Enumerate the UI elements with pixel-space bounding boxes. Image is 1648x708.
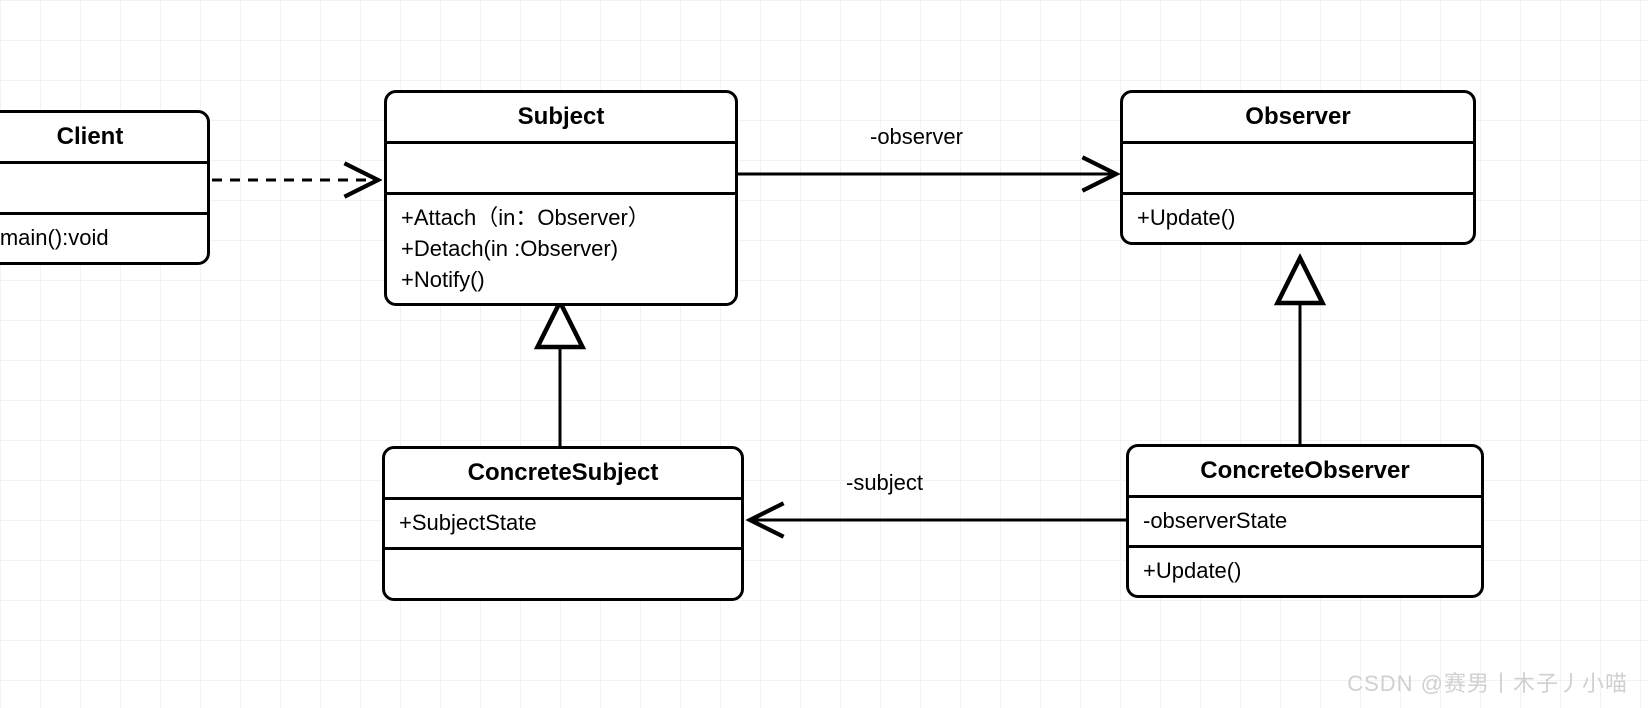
class-concrete-observer: ConcreteObserver -observerState +Update(… xyxy=(1126,444,1484,598)
class-client: Client +main():void xyxy=(0,110,210,265)
class-attr: -observerState xyxy=(1129,498,1481,548)
class-title: Subject xyxy=(387,93,735,144)
class-title: Observer xyxy=(1123,93,1473,144)
class-ops xyxy=(385,550,741,598)
class-attrs xyxy=(1123,144,1473,195)
class-attrs xyxy=(0,164,207,215)
assoc-label-subject: -subject xyxy=(846,470,923,496)
op: +Notify() xyxy=(401,265,721,296)
watermark: CSDN @赛男丨木子丿小喵 xyxy=(1347,666,1628,698)
op: +Detach(in :Observer) xyxy=(401,234,721,265)
class-op: +Update() xyxy=(1129,548,1481,595)
class-attr: +SubjectState xyxy=(385,500,741,550)
class-title: Client xyxy=(0,113,207,164)
class-title: ConcreteSubject xyxy=(385,449,741,500)
op: +Attach（in：Observer） xyxy=(401,203,721,234)
class-concrete-subject: ConcreteSubject +SubjectState xyxy=(382,446,744,601)
class-title: ConcreteObserver xyxy=(1129,447,1481,498)
class-op: +main():void xyxy=(0,215,207,262)
assoc-label-observer: -observer xyxy=(870,124,963,150)
class-attrs xyxy=(387,144,735,195)
class-ops: +Attach（in：Observer） +Detach(in :Observe… xyxy=(387,195,735,303)
class-observer: Observer +Update() xyxy=(1120,90,1476,245)
class-subject: Subject +Attach（in：Observer） +Detach(in … xyxy=(384,90,738,306)
class-op: +Update() xyxy=(1123,195,1473,242)
